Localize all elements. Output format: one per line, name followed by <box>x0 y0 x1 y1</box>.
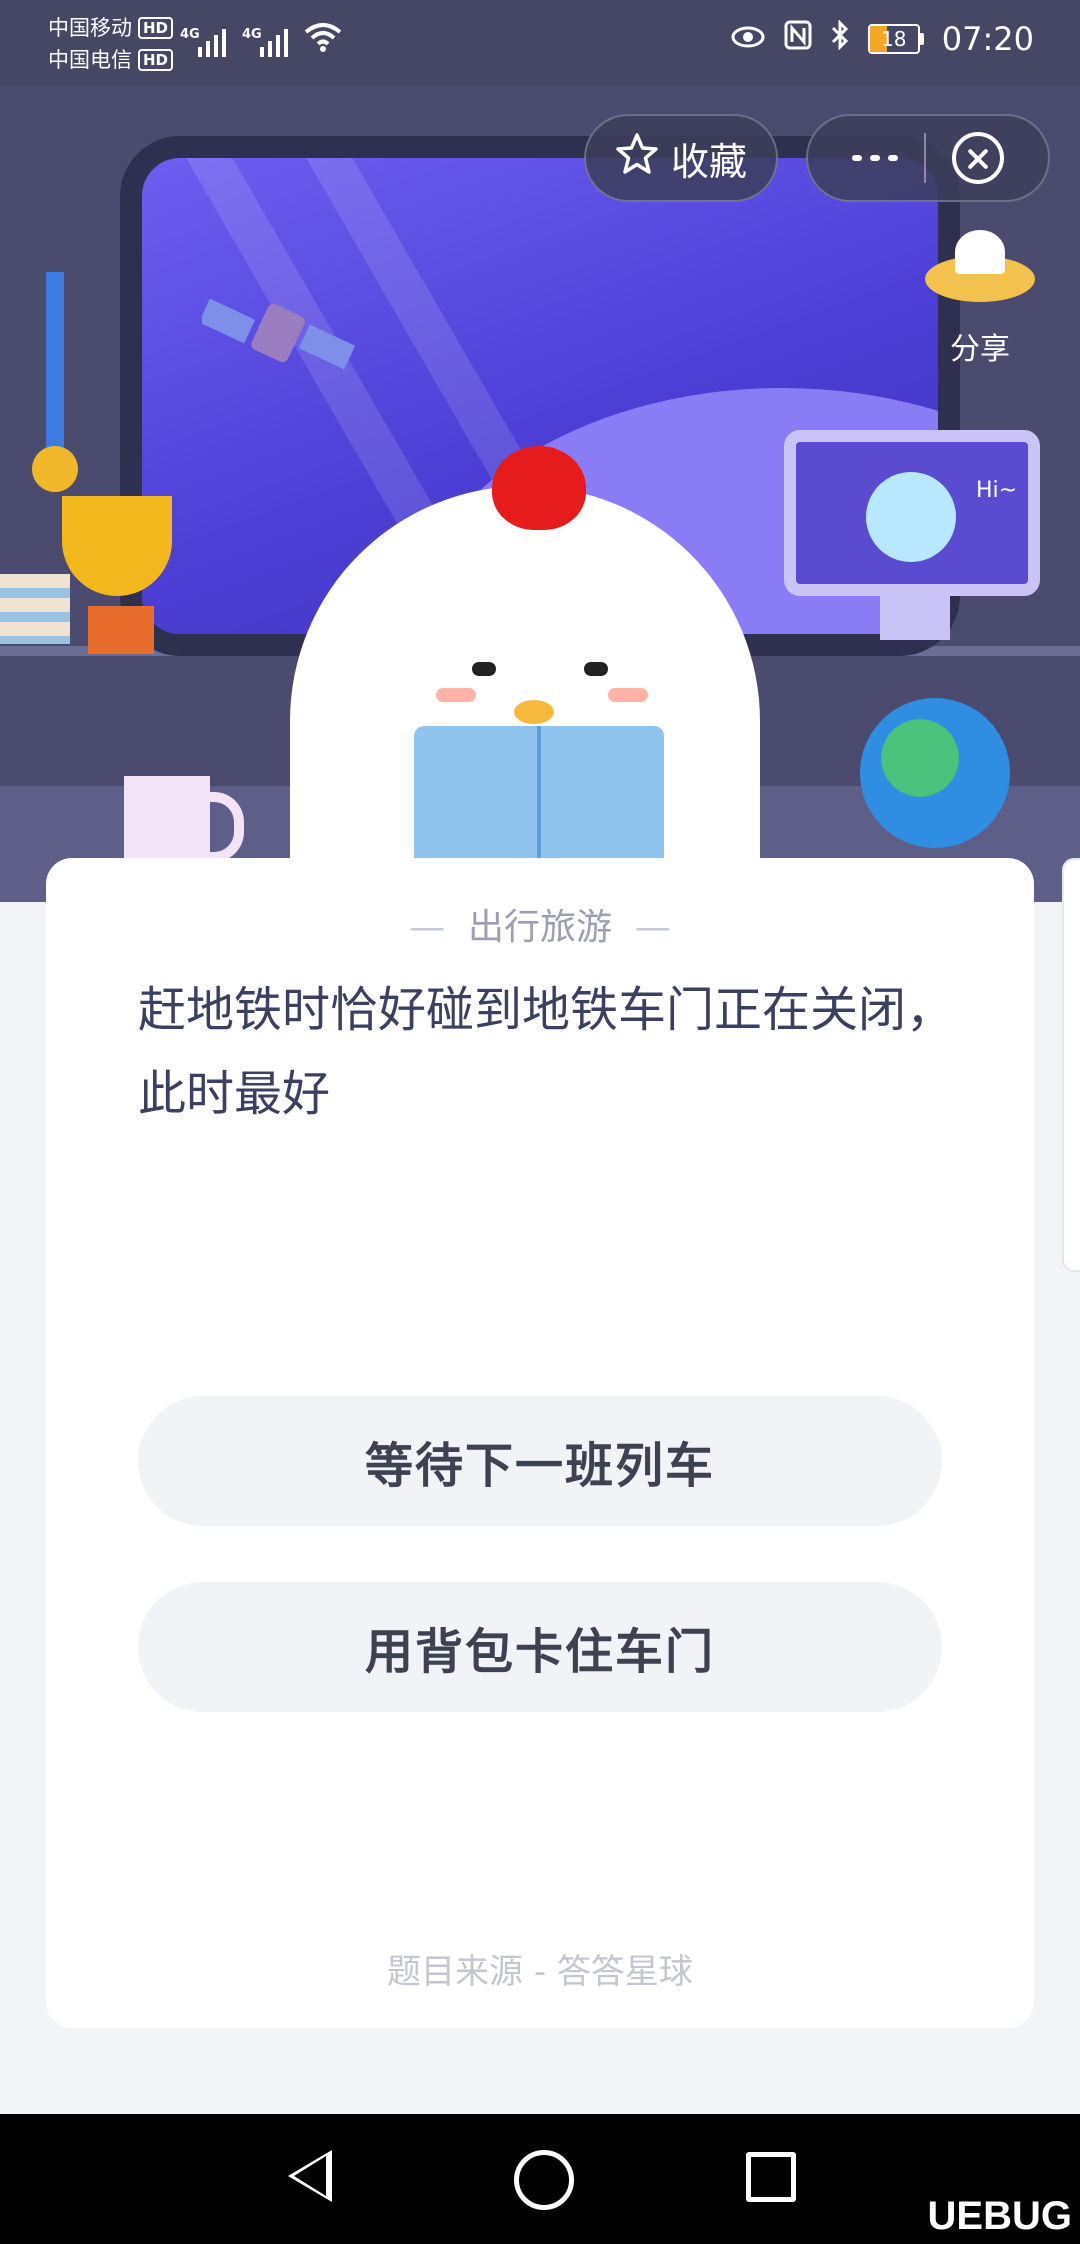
eye-comfort-icon <box>730 20 766 58</box>
medal-ribbon <box>46 272 64 462</box>
favorite-button[interactable]: 收藏 <box>584 114 778 202</box>
home-icon[interactable] <box>514 2150 574 2210</box>
hero-illustration: Hi~ 收藏 分享 <box>0 86 1080 902</box>
back-icon[interactable] <box>288 2150 332 2202</box>
category-label: 出行旅游 <box>467 907 612 948</box>
battery-icon: 18 <box>867 24 924 54</box>
ufo-share-icon <box>925 230 1035 302</box>
nfc-icon <box>784 20 812 58</box>
answer-option-2[interactable]: 用背包卡住车门 <box>138 1582 942 1712</box>
question-source: 题目来源 - 答答星球 <box>387 1952 693 1992</box>
signal-strength-icon: 4G <box>180 27 226 57</box>
chick-comb <box>492 446 586 530</box>
signal-strength-icon: 4G <box>242 27 288 57</box>
books-icon <box>0 574 70 644</box>
network-type-label: 4G <box>242 27 262 42</box>
hd-badge: HD <box>138 17 174 39</box>
question-category: — 出行旅游 — <box>409 907 671 948</box>
chick-beak <box>514 700 554 724</box>
trophy-base <box>88 606 154 654</box>
earth-globe-icon <box>860 698 1010 848</box>
bluetooth-icon <box>830 19 850 58</box>
hd-badge: HD <box>138 49 174 71</box>
close-icon[interactable] <box>952 132 1004 184</box>
chick-blush <box>608 688 648 702</box>
monitor-greeting: Hi~ <box>976 478 1018 503</box>
answer-option-1[interactable]: 等待下一班列车 <box>138 1396 942 1526</box>
status-right-group: 18 07:20 <box>730 19 1034 58</box>
carrier-info: 中国移动 HD 中国电信 HD <box>48 12 174 76</box>
carrier-1-name: 中国移动 <box>48 16 132 40</box>
system-navigation-bar: UEBUG <box>0 2114 1080 2244</box>
network-type-label: 4G <box>180 27 200 42</box>
question-text: 赶地铁时恰好碰到地铁车门正在关闭，此时最好 <box>138 982 955 1122</box>
clock: 07:20 <box>941 20 1034 58</box>
monitor-screen: Hi~ <box>784 430 1040 596</box>
satellite-icon <box>202 298 356 370</box>
chick-blush <box>436 688 476 702</box>
wifi-icon <box>304 22 342 57</box>
watermark-logo: UEBUG <box>927 2194 1072 2238</box>
share-label: 分享 <box>950 332 1010 367</box>
signal-indicators: 4G 4G <box>180 22 342 57</box>
status-bar: 中国移动 HD 中国电信 HD 4G 4G 18 07:20 <box>0 0 1080 86</box>
share-button[interactable]: 分享 <box>920 230 1040 368</box>
alien-icon <box>866 472 956 562</box>
battery-level: 18 <box>881 27 907 51</box>
recent-apps-icon[interactable] <box>746 2152 796 2202</box>
more-options-icon[interactable] <box>852 155 898 161</box>
carrier-2-name: 中国电信 <box>48 48 132 72</box>
favorite-label: 收藏 <box>670 139 747 184</box>
chick-eye <box>472 662 496 676</box>
monitor-stand <box>880 596 950 640</box>
chick-eye <box>584 662 608 676</box>
star-icon <box>615 132 659 185</box>
capsule-divider <box>924 133 926 183</box>
capsule-controls <box>806 114 1050 202</box>
question-card: — 出行旅游 — 赶地铁时恰好碰到地铁车门正在关闭，此时最好 等待下一班列车 用… <box>46 858 1034 2028</box>
medal-icon <box>32 446 78 492</box>
next-card-peek <box>1062 858 1080 1272</box>
